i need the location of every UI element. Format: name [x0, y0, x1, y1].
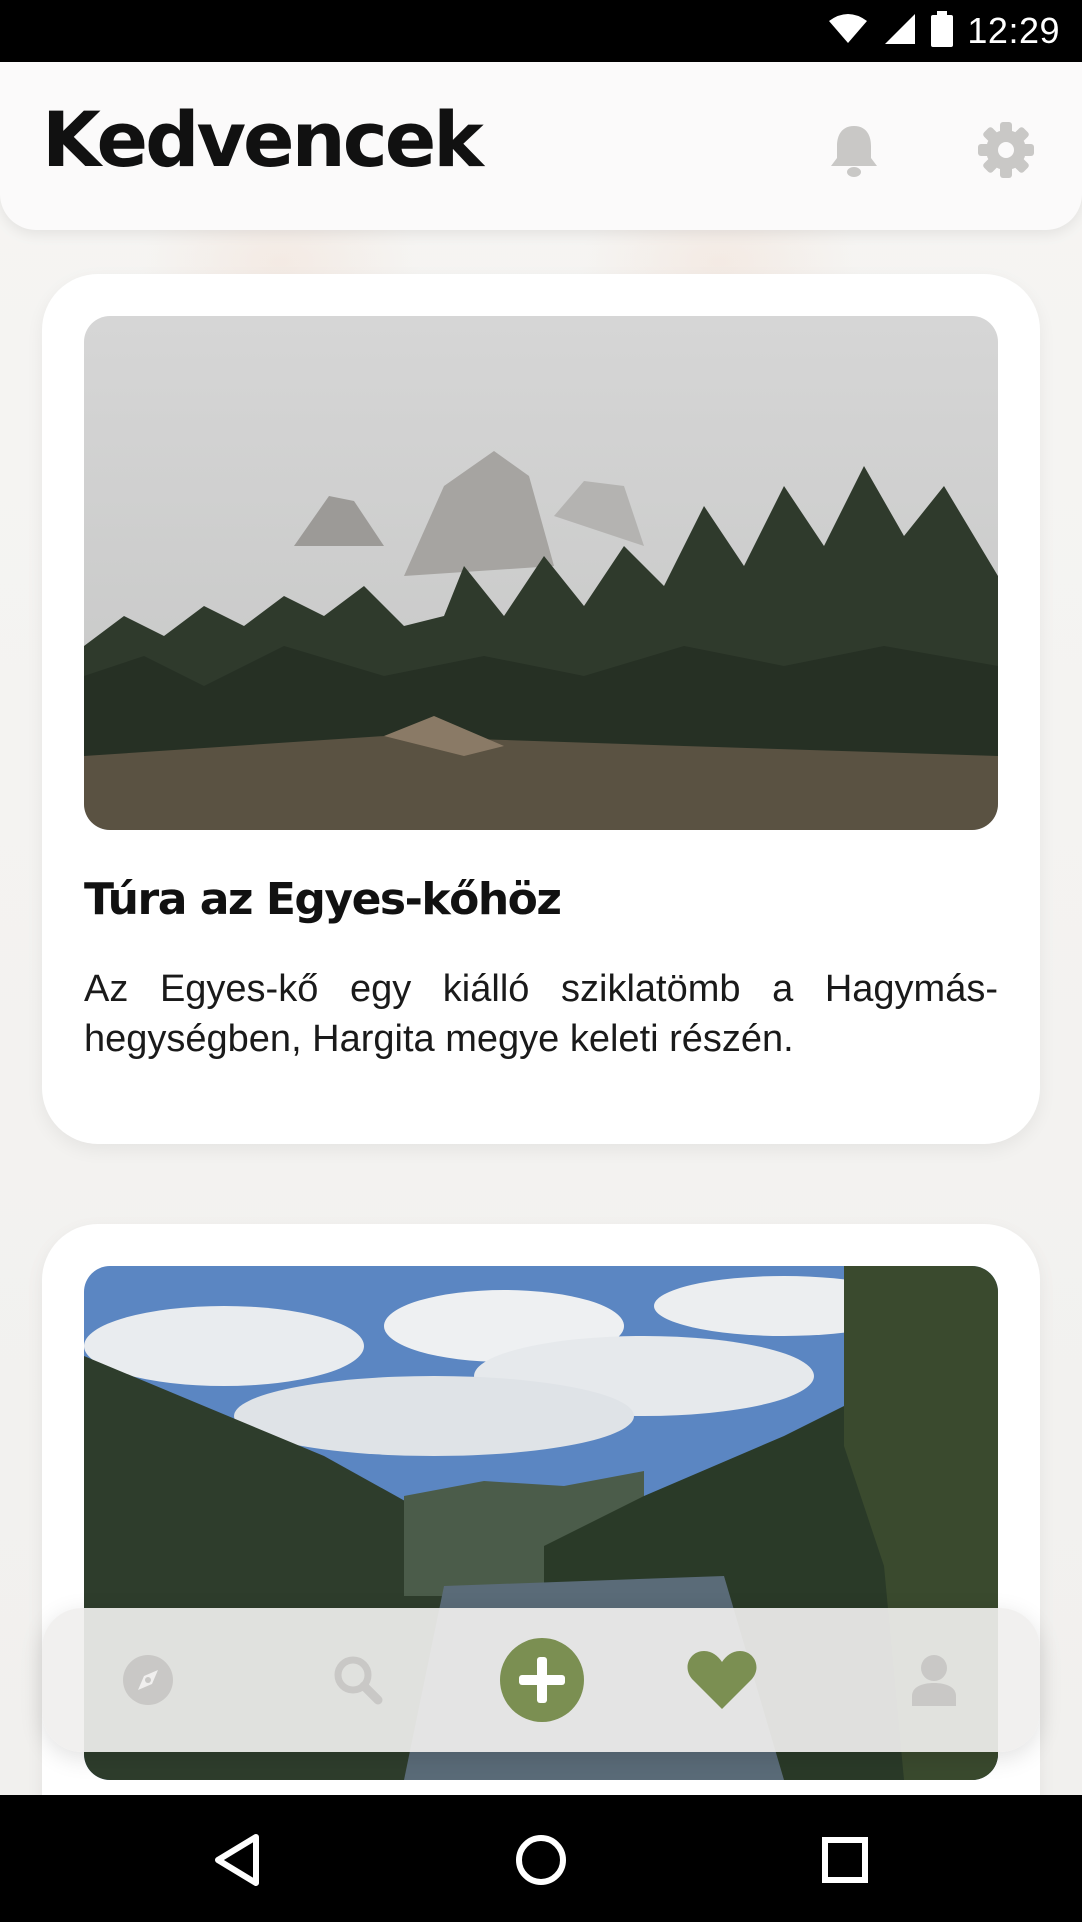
card-title: Túra az Egyes-kőhöz	[84, 874, 562, 925]
recents-icon[interactable]	[810, 1825, 880, 1895]
back-icon[interactable]	[202, 1825, 272, 1895]
wifi-icon	[827, 13, 869, 50]
favorites-icon[interactable]	[672, 1630, 772, 1730]
gear-icon[interactable]	[976, 120, 1036, 180]
battery-icon	[931, 10, 954, 52]
add-icon[interactable]	[492, 1630, 592, 1730]
signal-icon	[883, 12, 917, 51]
card-description: Az Egyes-kő egy kiálló sziklatömb a Hagy…	[84, 968, 998, 1060]
mountain-rocks-forest-photo	[84, 316, 998, 830]
page-title: Kedvencek	[42, 95, 484, 184]
app-screen: Kedvencek Túra az Egyes-kőhöz Az Egyes-k…	[0, 62, 1082, 1795]
app-header: Kedvencek	[0, 62, 1082, 230]
system-navigation-bar	[0, 1795, 1082, 1922]
bell-icon[interactable]	[824, 120, 884, 180]
profile-icon[interactable]	[884, 1630, 984, 1730]
favorite-card[interactable]: Túra az Egyes-kőhöz Az Egyes-kő egy kiál…	[42, 274, 1040, 1144]
home-icon[interactable]	[506, 1825, 576, 1895]
status-bar: 12:29	[0, 0, 1082, 62]
explore-icon[interactable]	[98, 1630, 198, 1730]
status-time: 12:29	[967, 10, 1060, 51]
status-icons: 12:29	[827, 0, 1060, 62]
bottom-navigation	[42, 1608, 1040, 1752]
search-icon[interactable]	[308, 1630, 408, 1730]
